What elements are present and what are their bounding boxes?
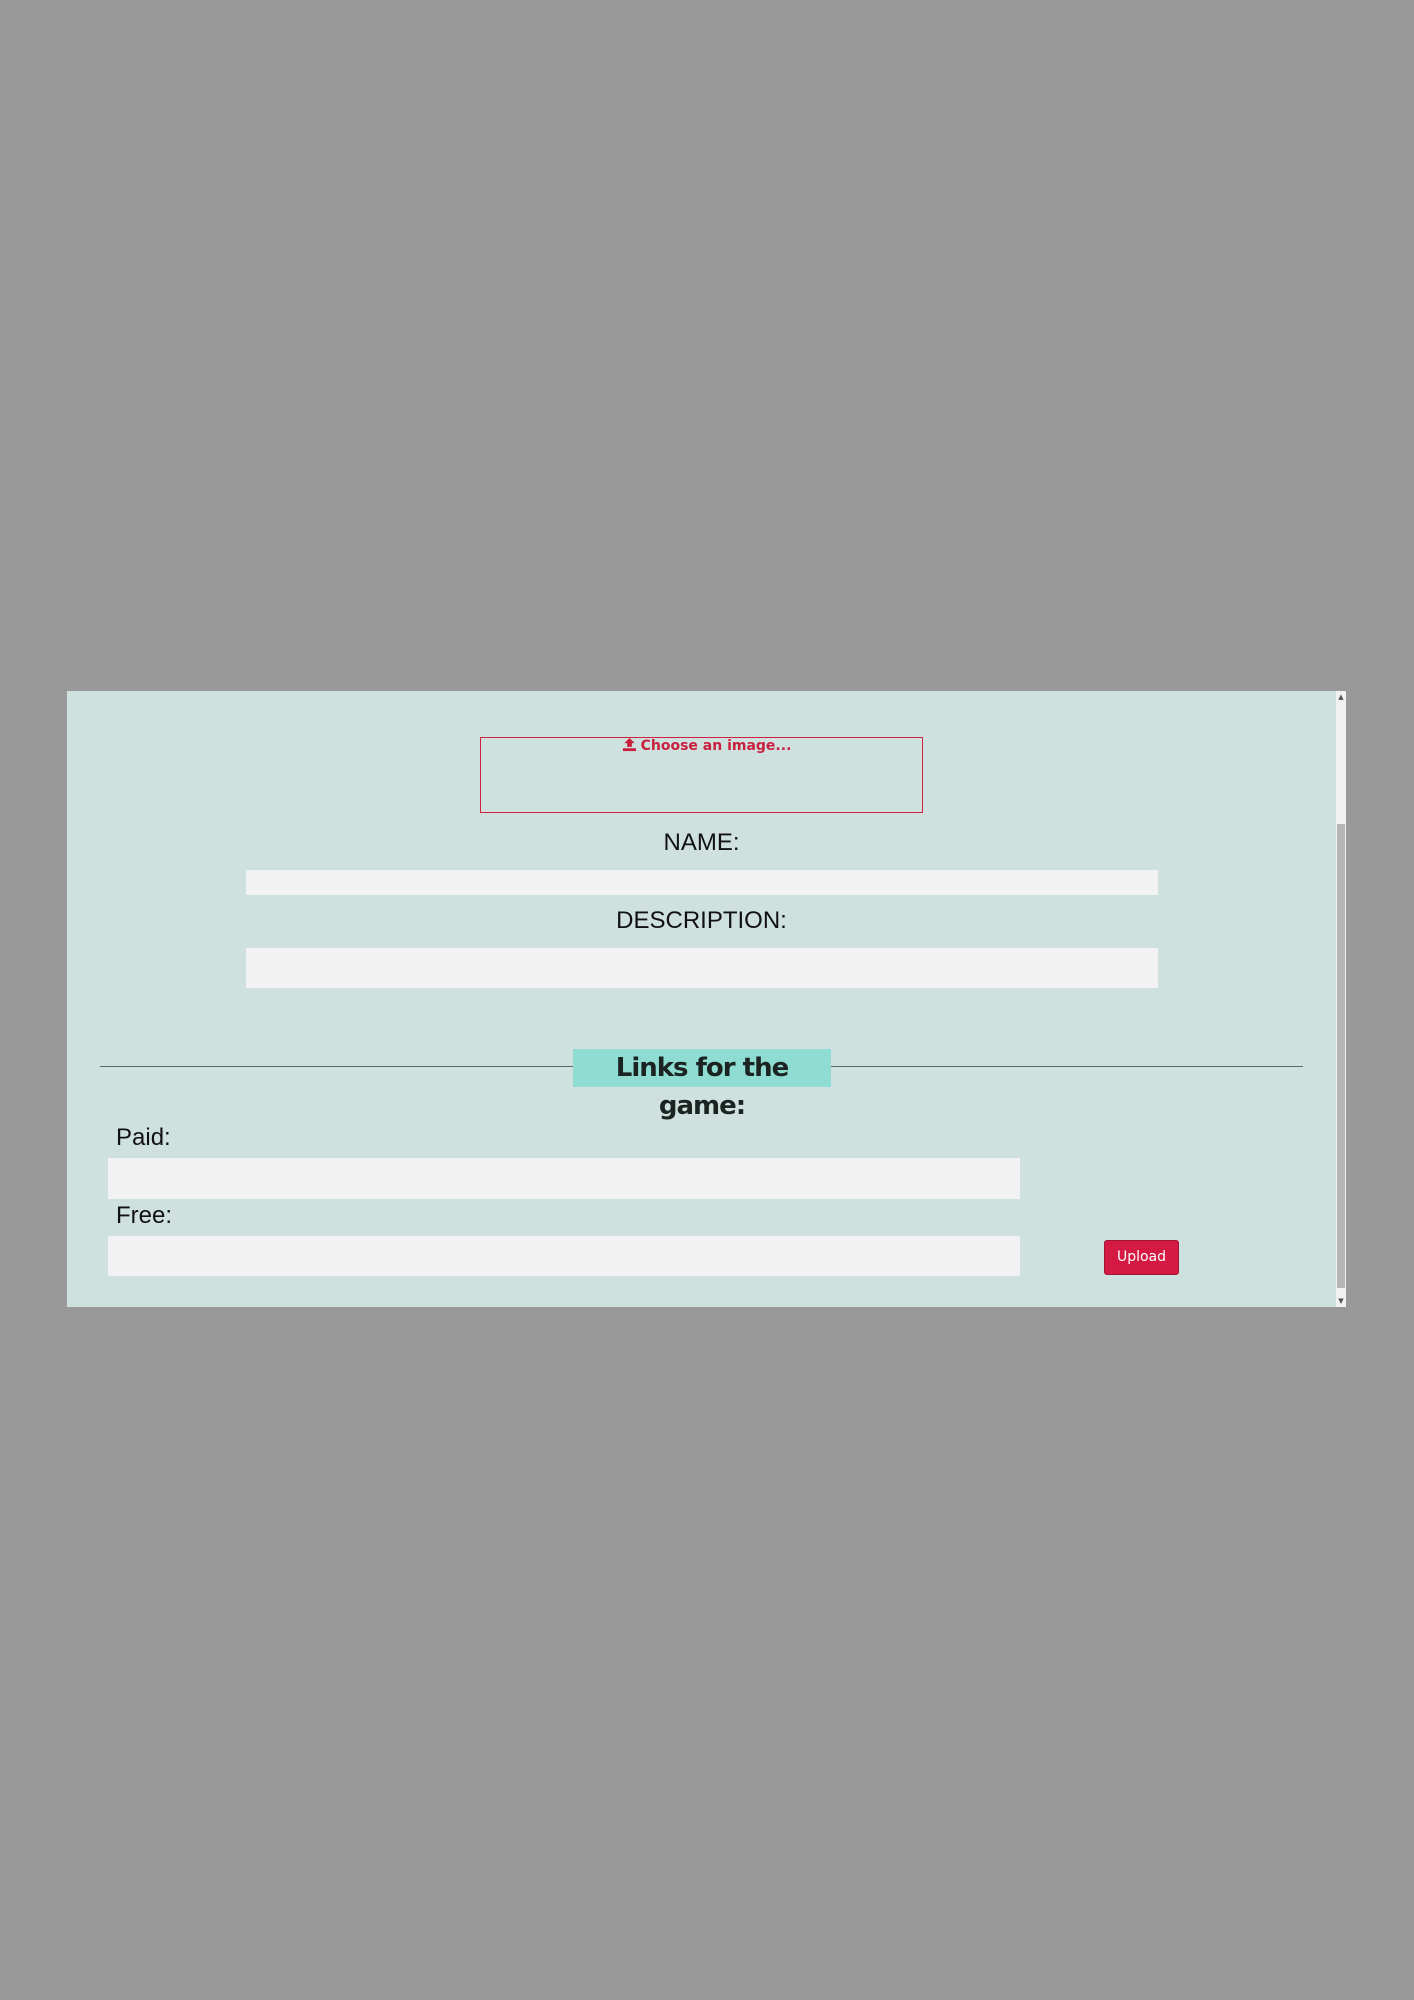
scrollbar-thumb[interactable] xyxy=(1337,824,1345,1288)
upload-button[interactable]: Upload xyxy=(1104,1240,1179,1275)
name-input[interactable] xyxy=(246,870,1158,895)
links-section-title: Links for the game: xyxy=(573,1049,831,1121)
choose-image-label: Choose an image... xyxy=(640,738,792,754)
scroll-down-icon[interactable]: ▼ xyxy=(1336,1295,1346,1307)
upload-icon xyxy=(622,737,637,757)
paid-label: Paid: xyxy=(116,1124,171,1151)
name-label: NAME: xyxy=(663,829,740,856)
vertical-scrollbar[interactable]: ▲ ▼ xyxy=(1336,691,1346,1307)
free-link-input[interactable] xyxy=(108,1236,1020,1276)
paid-link-input[interactable] xyxy=(108,1158,1020,1199)
description-input[interactable] xyxy=(246,948,1158,988)
upload-game-modal: Choose an image... NAME: DESCRIPTION: Li… xyxy=(67,691,1346,1307)
choose-image-button[interactable]: Choose an image... xyxy=(67,737,1346,757)
free-label: Free: xyxy=(116,1202,173,1229)
description-label: DESCRIPTION: xyxy=(616,907,787,934)
scroll-up-icon[interactable]: ▲ xyxy=(1336,691,1346,703)
